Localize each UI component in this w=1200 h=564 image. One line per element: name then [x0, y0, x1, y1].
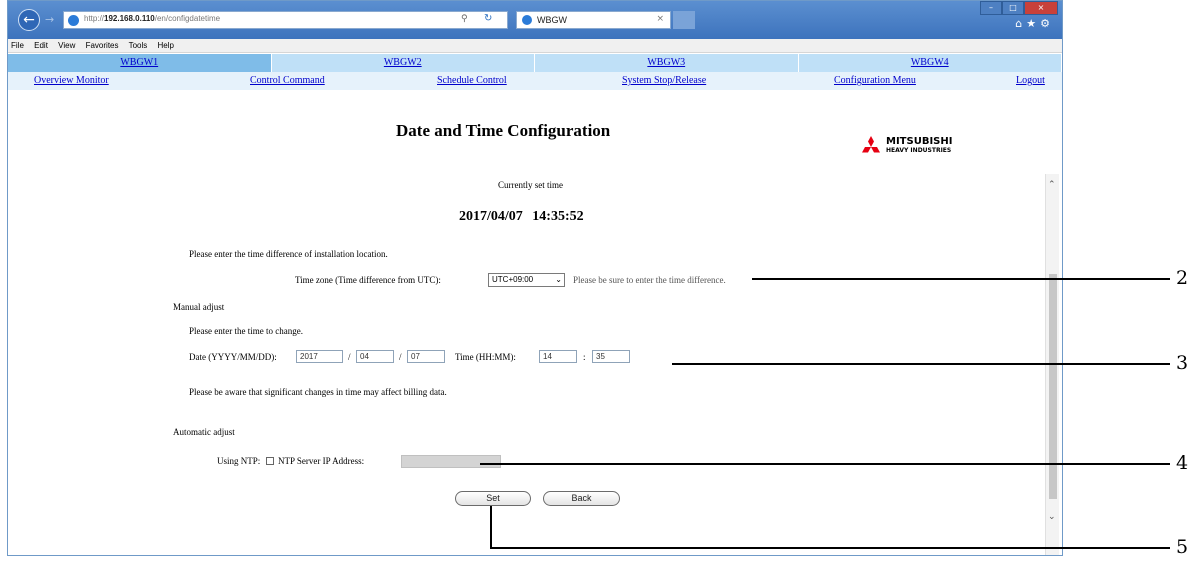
chevron-down-icon: ⌄	[555, 275, 562, 284]
menu-help[interactable]: Help	[158, 41, 174, 50]
vertical-scrollbar[interactable]: ⌃ ⌄	[1045, 174, 1059, 555]
day-input[interactable]: 07	[407, 350, 445, 363]
url-text: http://192.168.0.110/en/configdatetime	[84, 14, 221, 23]
settings-gear-icon[interactable]: ⚙	[1040, 17, 1054, 30]
timezone-label: Time zone (Time difference from UTC):	[295, 275, 441, 285]
year-input[interactable]: 2017	[296, 350, 343, 363]
hour-input[interactable]: 14	[539, 350, 577, 363]
nav-schedule-control[interactable]: Schedule Control	[437, 75, 507, 86]
set-button[interactable]: Set	[455, 491, 531, 506]
date-label: Date (YYYY/MM/DD):	[189, 352, 277, 362]
nav-control-command[interactable]: Control Command	[250, 75, 325, 86]
callout-line-3	[672, 363, 1170, 365]
close-tab-icon[interactable]: ×	[656, 14, 664, 24]
page-title: Date and Time Configuration	[396, 121, 611, 140]
page-content: WBGW1 WBGW2 WBGW3 WBGW4 Overview Monitor…	[8, 54, 1062, 555]
nav-configuration-menu[interactable]: Configuration Menu	[834, 75, 916, 86]
manual-adjust-heading: Manual adjust	[173, 302, 225, 312]
ntp-server-ip-input[interactable]	[401, 455, 501, 468]
menu-favorites[interactable]: Favorites	[86, 41, 119, 50]
brand-wordmark: MITSUBISHI HEAVY INDUSTRIES	[886, 136, 952, 155]
menu-file[interactable]: File	[11, 41, 24, 50]
maximize-icon[interactable]: □	[1002, 1, 1024, 15]
menu-edit[interactable]: Edit	[34, 41, 48, 50]
ie-site-icon	[68, 15, 79, 26]
tab-wbgw4[interactable]: WBGW4	[799, 54, 1062, 72]
main-nav: Overview Monitor Control Command Schedul…	[8, 72, 1062, 90]
date-separator: /	[399, 352, 402, 362]
callout-line-2	[752, 278, 1170, 280]
automatic-adjust-heading: Automatic adjust	[173, 427, 235, 437]
callout-number-2: 2	[1176, 267, 1189, 289]
window-controls: – □ ×	[980, 1, 1058, 15]
forward-arrow-icon[interactable]: →	[45, 13, 54, 26]
brand-name: MITSUBISHI	[886, 136, 953, 147]
home-icon[interactable]: ⌂	[1015, 17, 1026, 30]
scroll-down-icon[interactable]: ⌄	[1048, 512, 1056, 522]
minimize-icon[interactable]: –	[980, 1, 1002, 15]
favorites-star-icon[interactable]: ★	[1026, 17, 1040, 30]
brand-subtitle: HEAVY INDUSTRIES	[886, 147, 952, 154]
ntp-label: Using NTP:	[217, 456, 261, 466]
manual-adjust-instruction: Please enter the time to change.	[189, 326, 303, 336]
browser-menubar: File Edit View Favorites Tools Help	[8, 39, 1062, 53]
callout-number-5: 5	[1176, 536, 1189, 558]
billing-warning: Please be aware that significant changes…	[189, 387, 447, 397]
month-input[interactable]: 04	[356, 350, 394, 363]
timezone-instruction: Please enter the time difference of inst…	[189, 249, 388, 259]
three-diamonds-icon	[862, 136, 880, 153]
browser-titlebar: ← → http://192.168.0.110/en/configdateti…	[8, 1, 1062, 39]
callout-number-3: 3	[1176, 352, 1189, 374]
menu-view[interactable]: View	[58, 41, 75, 50]
close-window-icon[interactable]: ×	[1024, 1, 1058, 15]
browser-tab[interactable]: WBGW ×	[516, 11, 671, 29]
timezone-select[interactable]: UTC+09:00 ⌄	[488, 273, 565, 287]
tab-wbgw2[interactable]: WBGW2	[272, 54, 535, 72]
new-tab-button[interactable]	[673, 11, 695, 29]
ntp-checkbox[interactable]	[266, 457, 274, 465]
nav-overview-monitor[interactable]: Overview Monitor	[34, 75, 109, 86]
minute-input[interactable]: 35	[592, 350, 630, 363]
back-arrow-icon[interactable]: ←	[18, 9, 40, 31]
nav-system-stop-release[interactable]: System Stop/Release	[622, 75, 706, 86]
nav-logout[interactable]: Logout	[1016, 75, 1045, 86]
current-time-label: Currently set time	[498, 180, 563, 190]
browser-tool-icons: ⌂★⚙	[1015, 17, 1054, 30]
address-bar[interactable]: http://192.168.0.110/en/configdatetime ⚲…	[63, 11, 508, 29]
time-label: Time (HH:MM):	[455, 352, 516, 362]
scroll-up-icon[interactable]: ⌃	[1048, 180, 1056, 190]
refresh-icon[interactable]: ↻	[484, 13, 492, 24]
mitsubishi-logo: MITSUBISHI HEAVY INDUSTRIES	[858, 136, 968, 160]
back-button[interactable]: Back	[543, 491, 620, 506]
current-time-value: 2017/04/07 14:35:52	[459, 209, 584, 224]
callout-line-4	[480, 463, 1170, 465]
callout-leader-5	[490, 506, 492, 548]
tab-title: WBGW	[537, 15, 567, 25]
timezone-note: Please be sure to enter the time differe…	[573, 275, 726, 285]
ntp-server-label: NTP Server IP Address:	[278, 456, 365, 466]
scroll-thumb[interactable]	[1049, 274, 1057, 499]
callout-line-5	[490, 547, 1170, 549]
menu-tools[interactable]: Tools	[129, 41, 148, 50]
search-icon[interactable]: ⚲	[461, 14, 468, 24]
time-separator: :	[583, 352, 586, 362]
unit-tab-bar: WBGW1 WBGW2 WBGW3 WBGW4	[8, 54, 1062, 72]
tab-wbgw1[interactable]: WBGW1	[8, 54, 272, 72]
ie-tab-icon	[522, 15, 532, 25]
date-separator: /	[348, 352, 351, 362]
timezone-value: UTC+09:00	[492, 275, 534, 284]
tab-wbgw3[interactable]: WBGW3	[535, 54, 799, 72]
callout-number-4: 4	[1176, 452, 1189, 474]
